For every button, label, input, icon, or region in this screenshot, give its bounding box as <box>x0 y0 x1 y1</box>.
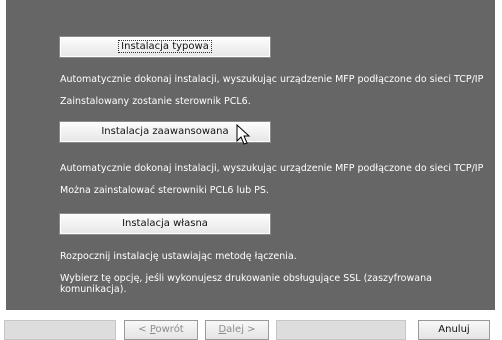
mouse-pointer-icon <box>236 124 251 145</box>
custom-install-desc-line2: Wybierz tę opcję, jeśli wykonujesz druko… <box>60 273 432 295</box>
advanced-install-label: Instalacja zaawansowana <box>101 126 229 137</box>
advanced-install-desc-line2: Można zainstalować sterowniki PCL6 lub P… <box>60 185 269 196</box>
custom-install-desc-line1: Rozpocznij instalację ustawiając metodę … <box>60 251 297 262</box>
typical-install-desc-line1: Automatycznie dokonaj instalacji, wyszuk… <box>60 74 484 85</box>
typical-install-button[interactable]: Instalacja typowa <box>59 36 271 58</box>
advanced-install-desc-line1: Automatycznie dokonaj instalacji, wyszuk… <box>60 163 484 174</box>
next-rest: alej > <box>226 324 256 335</box>
bottom-bar-spacer <box>4 320 116 340</box>
installer-window: Instalacja typowa Automatycznie dokonaj … <box>0 0 502 340</box>
cancel-label: Anuluj <box>438 324 470 335</box>
back-button[interactable]: < Powrót <box>124 320 198 340</box>
back-rest: owrót <box>155 324 184 335</box>
custom-install-label: Instalacja własna <box>122 218 208 229</box>
back-prefix: < <box>138 324 150 335</box>
typical-install-description: Automatycznie dokonaj instalacji, wyszuk… <box>60 63 490 118</box>
next-button[interactable]: Dalej > <box>205 320 269 340</box>
custom-install-description: Rozpocznij instalację ustawiając metodę … <box>60 240 490 306</box>
typical-install-desc-line2: Zainstalowany zostanie sterownik PCL6. <box>60 96 251 107</box>
typical-install-label: Instalacja typowa <box>118 40 212 53</box>
custom-install-button[interactable]: Instalacja własna <box>59 213 271 235</box>
bottom-bar-gap <box>276 320 406 340</box>
cancel-button[interactable]: Anuluj <box>418 320 490 340</box>
next-mnemonic: D <box>218 324 227 335</box>
advanced-install-description: Automatycznie dokonaj instalacji, wyszuk… <box>60 152 490 207</box>
